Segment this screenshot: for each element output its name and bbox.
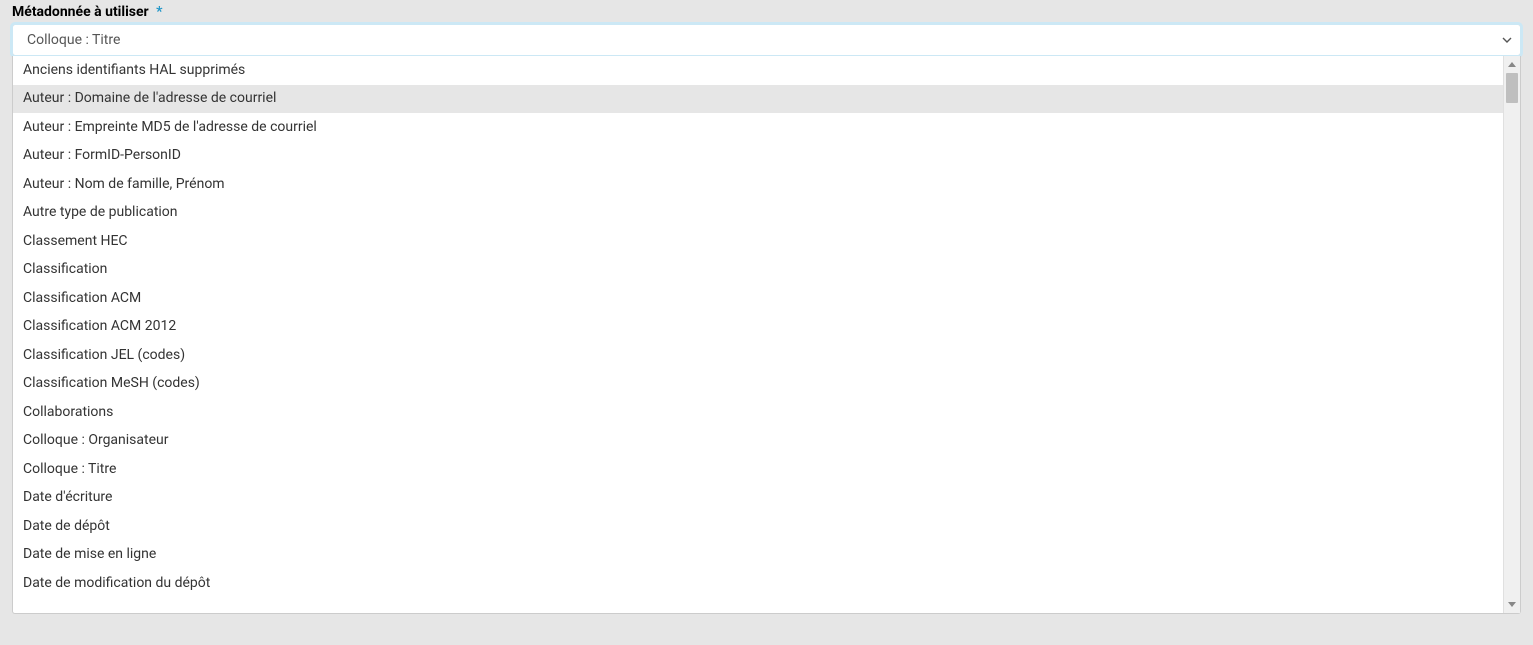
dropdown-option[interactable]: Auteur : Nom de famille, Prénom bbox=[13, 170, 1503, 199]
dropdown-option[interactable]: Classement HEC bbox=[13, 227, 1503, 256]
dropdown-option-label: Auteur : FormID-PersonID bbox=[23, 146, 181, 165]
dropdown-option-label: Classification JEL (codes) bbox=[23, 346, 185, 365]
dropdown-option[interactable]: Colloque : Titre bbox=[13, 455, 1503, 484]
dropdown-option-label: Date de dépôt bbox=[23, 517, 110, 536]
dropdown-option[interactable]: Classification bbox=[13, 256, 1503, 285]
dropdown-option[interactable]: Date d'écriture bbox=[13, 484, 1503, 513]
dropdown-list: Anciens identifiants HAL supprimés Auteur… bbox=[13, 56, 1503, 613]
dropdown-option-label: Auteur : Domaine de l'adresse de courrie… bbox=[23, 89, 276, 108]
dropdown-option[interactable]: Date de mise en ligne bbox=[13, 541, 1503, 570]
select-current-value: Colloque : Titre bbox=[27, 32, 1502, 48]
field-label-text: Métadonnée à utiliser bbox=[12, 4, 149, 20]
dropdown-option[interactable]: Date de dépôt bbox=[13, 512, 1503, 541]
dropdown-option-label: Collaborations bbox=[23, 403, 113, 422]
dropdown-option[interactable]: Auteur : Empreinte MD5 de l'adresse de c… bbox=[13, 113, 1503, 142]
scrollbar[interactable] bbox=[1503, 56, 1520, 613]
dropdown-option-label: Colloque : Organisateur bbox=[23, 431, 169, 450]
dropdown-option-label: Date de modification du dépôt bbox=[23, 574, 210, 593]
dropdown-option-label: Classement HEC bbox=[23, 232, 128, 251]
dropdown-option[interactable]: Classification ACM bbox=[13, 284, 1503, 313]
dropdown-option-label: Classification bbox=[23, 260, 107, 279]
dropdown-option-label: Auteur : Nom de famille, Prénom bbox=[23, 175, 225, 194]
dropdown-option-label: Classification ACM 2012 bbox=[23, 317, 176, 336]
scroll-up-arrow-icon[interactable] bbox=[1504, 56, 1520, 73]
dropdown-option-label: Autre type de publication bbox=[23, 203, 178, 222]
dropdown-option-label: Anciens identifiants HAL supprimés bbox=[23, 61, 245, 80]
dropdown-option[interactable]: Classification ACM 2012 bbox=[13, 313, 1503, 342]
dropdown-option-label: Classification ACM bbox=[23, 289, 141, 308]
dropdown-panel: Anciens identifiants HAL supprimés Auteur… bbox=[12, 56, 1521, 614]
scroll-down-arrow-icon[interactable] bbox=[1504, 596, 1520, 613]
dropdown-option-label: Date d'écriture bbox=[23, 488, 112, 507]
dropdown-option-label: Auteur : Empreinte MD5 de l'adresse de c… bbox=[23, 118, 317, 137]
dropdown-option[interactable]: Classification MeSH (codes) bbox=[13, 370, 1503, 399]
dropdown-option-label: Classification MeSH (codes) bbox=[23, 374, 200, 393]
field-label: Métadonnée à utiliser * bbox=[12, 4, 163, 20]
dropdown-option-label: Date de mise en ligne bbox=[23, 545, 156, 564]
dropdown-option[interactable]: Colloque : Organisateur bbox=[13, 427, 1503, 456]
dropdown-option[interactable]: Classification JEL (codes) bbox=[13, 341, 1503, 370]
dropdown-option[interactable]: Auteur : FormID-PersonID bbox=[13, 142, 1503, 171]
dropdown-option[interactable]: Anciens identifiants HAL supprimés bbox=[13, 56, 1503, 85]
dropdown-option[interactable]: Collaborations bbox=[13, 398, 1503, 427]
dropdown-option-label: Colloque : Titre bbox=[23, 460, 116, 479]
required-asterisk: * bbox=[156, 4, 162, 20]
dropdown-option[interactable]: Autre type de publication bbox=[13, 199, 1503, 228]
metadata-select[interactable]: Colloque : Titre bbox=[12, 24, 1521, 56]
dropdown-option[interactable]: Auteur : Domaine de l'adresse de courrie… bbox=[13, 85, 1503, 114]
scrollbar-track[interactable] bbox=[1504, 73, 1520, 596]
scrollbar-thumb[interactable] bbox=[1506, 73, 1518, 103]
dropdown-option[interactable]: Date de modification du dépôt bbox=[13, 569, 1503, 598]
chevron-down-icon bbox=[1502, 35, 1512, 46]
